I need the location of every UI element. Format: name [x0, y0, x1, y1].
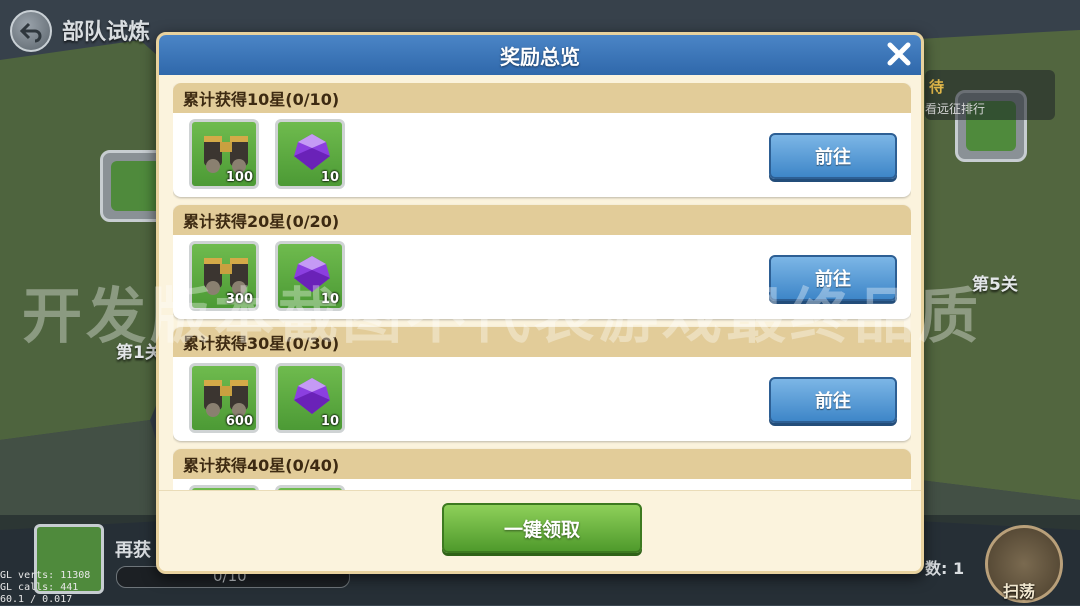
purple-gem-icon [294, 134, 330, 170]
ranking-title: 待 [929, 78, 945, 96]
binoculars-icon [204, 136, 248, 173]
reward-row-title: 累计获得10星(0/10) [183, 90, 340, 109]
ranking-subtitle: 看远征排行 [925, 102, 986, 116]
reward-row-header: 累计获得40星(0/40) [173, 449, 911, 479]
goto-button[interactable]: 前往 [769, 133, 897, 179]
reward-row: 累计获得20星(0/20) 300 10 前往 [173, 205, 911, 319]
page-title: 部队试炼 [62, 20, 151, 45]
back-button[interactable] [10, 10, 52, 52]
goto-button[interactable]: 前往 [769, 377, 897, 423]
claim-all-button[interactable]: 一键领取 [442, 503, 642, 553]
debug-line-1: GL verts: 11308 [0, 570, 91, 581]
purple-gem-icon [294, 256, 330, 292]
debug-line-2: GL calls: 441 [0, 582, 79, 593]
item-quantity: 600 [225, 414, 253, 429]
claim-all-label: 一键领取 [503, 518, 580, 541]
binoculars-icon [204, 380, 248, 417]
stage-label-5: 第5关 [972, 275, 1018, 295]
modal-header: 奖励总览 [159, 35, 921, 75]
reward-items: 600 10 [189, 363, 345, 433]
item-quantity: 10 [320, 414, 339, 429]
reward-items: 100 10 [189, 119, 345, 189]
reward-row-title: 累计获得20星(0/20) [183, 212, 340, 231]
goto-button-label: 前往 [815, 147, 851, 168]
reward-item[interactable]: 300 [189, 241, 259, 311]
reward-item[interactable]: 10 [275, 241, 345, 311]
goto-button-label: 前往 [815, 391, 851, 412]
goto-button-label: 前往 [815, 269, 851, 290]
reward-item[interactable]: 10 [275, 363, 345, 433]
back-arrow-icon [19, 22, 42, 43]
reward-item[interactable]: 10 [275, 119, 345, 189]
bottom-label: 再获 [115, 540, 151, 561]
stage-label-1: 第1关 [116, 343, 162, 363]
reward-row: 累计获得30星(0/30) 600 10 前往 [173, 327, 911, 441]
reward-row-header: 累计获得30星(0/30) [173, 327, 911, 357]
item-quantity: 10 [320, 170, 339, 185]
close-icon [887, 42, 911, 66]
modal-footer: 一键领取 [159, 490, 921, 571]
purple-gem-icon [294, 378, 330, 414]
reward-row-title: 累计获得30星(0/30) [183, 334, 340, 353]
ranking-panel[interactable]: 待 看远征排行 [925, 70, 1055, 120]
item-quantity: 300 [225, 292, 253, 307]
item-quantity: 10 [320, 292, 339, 307]
reward-item[interactable]: 100 [189, 119, 259, 189]
debug-stats: GL verts: 11308 GL calls: 441 60.1 / 0.0… [0, 570, 90, 606]
close-button[interactable] [883, 38, 915, 70]
sweep-label: 扫荡 [1003, 582, 1036, 601]
modal-title: 奖励总览 [500, 44, 580, 69]
goto-button[interactable]: 前往 [769, 255, 897, 301]
reward-row-header: 累计获得20星(0/20) [173, 205, 911, 235]
reward-row: 累计获得10星(0/10) 100 10 前往 [173, 83, 911, 197]
bottom-count: 数: 1 [925, 559, 965, 578]
reward-row-title: 累计获得40星(0/40) [183, 456, 340, 475]
reward-list[interactable]: 累计获得10星(0/10) 100 10 前往 累计获得20星(0/20) 30… [173, 83, 911, 497]
binoculars-icon [204, 258, 248, 295]
item-quantity: 100 [225, 170, 253, 185]
reward-overview-modal: 奖励总览 累计获得10星(0/10) 100 10 前往 累计获得20星(0/2… [156, 32, 924, 574]
reward-items: 300 10 [189, 241, 345, 311]
reward-item[interactable]: 600 [189, 363, 259, 433]
reward-row-header: 累计获得10星(0/10) [173, 83, 911, 113]
debug-line-3: 60.1 / 0.017 [0, 594, 73, 605]
